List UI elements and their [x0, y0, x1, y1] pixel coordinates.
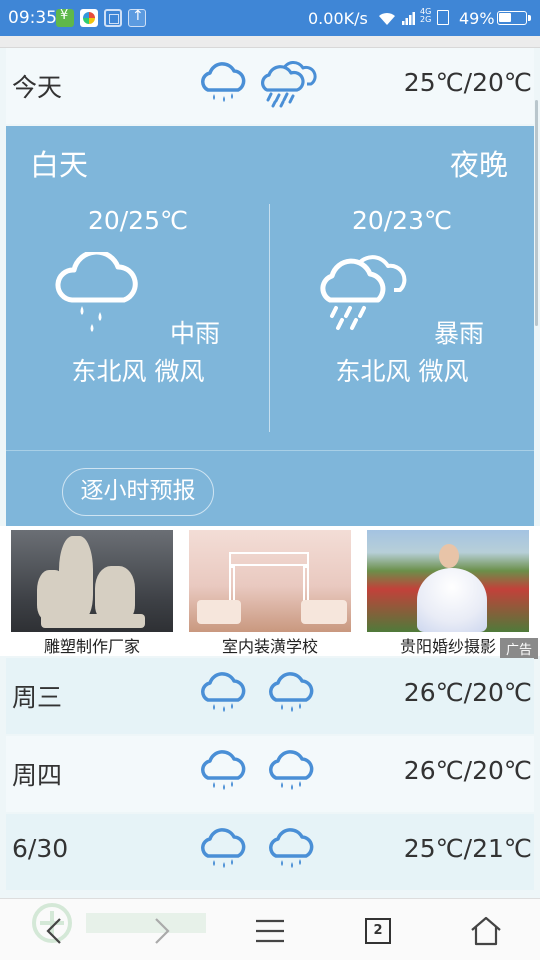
wifi-icon — [379, 12, 395, 25]
forecast-row[interactable]: 周三 26℃/20℃ — [6, 658, 534, 734]
today-temp: 25℃/20℃ — [403, 68, 532, 97]
ad-badge: 广告 — [499, 638, 538, 659]
rain-icon — [269, 828, 314, 868]
screenshot-icon — [104, 9, 122, 27]
daytime-header: 白天 — [30, 148, 89, 182]
battery-icon — [497, 11, 531, 25]
ad-caption[interactable]: 室内装潢学校 — [189, 633, 351, 657]
upload-icon — [128, 8, 146, 27]
weather-app: 09:35 0.00K/s 4G 2G 49% 今天 — [0, 0, 540, 960]
gallery-app-icon — [80, 9, 98, 27]
ad-banner: 雕塑制作厂家 室内装潢学校 贵阳婚纱摄影 广告 — [0, 526, 540, 659]
forecast-day-label: 6/30 — [12, 834, 69, 863]
home-icon — [471, 916, 501, 946]
rain-icon — [269, 672, 314, 712]
today-detail-panel: 白天 夜晚 20/25℃ 中雨 东北风 微风 20/23℃ 暴雨 东北风 微风 … — [6, 126, 534, 526]
forecast-temp: 26℃/20℃ — [403, 756, 532, 785]
forecast-row[interactable]: 6/30 25℃/21℃ — [6, 814, 534, 890]
scrollbar[interactable] — [535, 100, 538, 326]
forward-icon — [155, 918, 170, 944]
rain-icon — [201, 62, 246, 102]
rain-icon — [201, 672, 246, 712]
back-icon — [46, 918, 61, 944]
night-header: 夜晚 — [449, 148, 508, 182]
rain-icon — [201, 828, 246, 868]
night-section: 20/23℃ 暴雨 东北风 微风 — [270, 198, 534, 438]
ad-item-sculpture[interactable]: 雕塑制作厂家 — [11, 530, 173, 657]
payment-app-icon — [56, 8, 74, 27]
ad-caption[interactable]: 雕塑制作厂家 — [11, 633, 173, 657]
rain-icon — [201, 750, 246, 790]
forward-button[interactable] — [142, 911, 182, 951]
network-speed: 0.00K/s — [308, 9, 368, 28]
battery-fill — [499, 13, 511, 22]
menu-button[interactable] — [250, 911, 290, 951]
network-type-bottom: 2G — [420, 15, 432, 24]
today-label: 今天 — [12, 73, 63, 102]
forecast-row[interactable]: 周四 26℃/20℃ — [6, 736, 534, 812]
panel-horizontal-divider — [6, 450, 534, 451]
rain-icon — [269, 750, 314, 790]
ad-image-wedding[interactable] — [367, 530, 529, 632]
today-row[interactable]: 今天 25℃/20℃ — [6, 48, 534, 124]
network-type-label: 4G 2G — [420, 8, 431, 24]
daytime-section: 20/25℃ 中雨 东北风 微风 — [6, 198, 270, 438]
back-button[interactable] — [34, 911, 74, 951]
hourly-forecast-button[interactable]: 逐小时预报 — [62, 468, 214, 516]
night-condition: 暴雨 — [433, 319, 484, 348]
forecast-temp: 25℃/21℃ — [403, 834, 532, 863]
heavy-rain-icon — [260, 61, 317, 108]
signal-icon — [402, 12, 415, 25]
forecast-day-label: 周三 — [12, 683, 63, 712]
home-button[interactable] — [466, 911, 506, 951]
battery-percent: 49% — [459, 9, 495, 28]
day-wind: 东北风 微风 — [71, 357, 205, 386]
browser-bottom-nav: 2 — [0, 898, 540, 960]
status-bar: 09:35 0.00K/s 4G 2G 49% — [0, 0, 540, 36]
top-divider — [0, 36, 540, 48]
tabs-icon: 2 — [365, 918, 391, 944]
sim-card-icon — [437, 10, 449, 25]
menu-icon — [256, 919, 284, 943]
ad-image-sculpture[interactable] — [11, 530, 173, 632]
rain-icon — [55, 252, 138, 332]
night-temp-range: 20/23℃ — [351, 206, 453, 235]
ad-item-interior[interactable]: 室内装潢学校 — [189, 530, 351, 657]
heavy-rain-icon — [320, 255, 407, 330]
ad-image-interior[interactable] — [189, 530, 351, 632]
weather-content[interactable]: 今天 25℃/20℃ 白天 夜晚 20/25℃ 中雨 东北风 微风 20/23℃… — [0, 36, 540, 898]
forecast-temp: 26℃/20℃ — [403, 678, 532, 707]
day-temp-range: 20/25℃ — [87, 206, 189, 235]
night-wind: 东北风 微风 — [335, 357, 469, 386]
forecast-day-label: 周四 — [12, 761, 63, 790]
status-time: 09:35 — [8, 8, 57, 28]
tabs-button[interactable]: 2 — [358, 911, 398, 951]
day-condition: 中雨 — [169, 319, 220, 348]
